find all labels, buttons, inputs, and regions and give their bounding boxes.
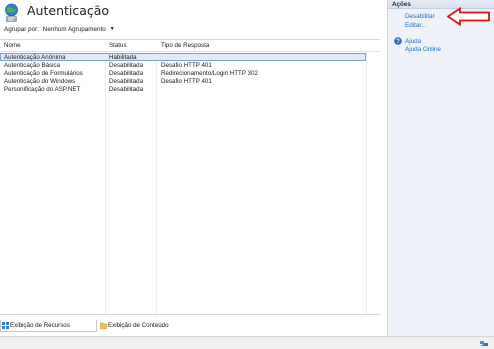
help-icon: ? (394, 37, 402, 45)
status-bar (0, 336, 494, 349)
online-help-link[interactable]: Ajuda Online (405, 46, 441, 53)
table-row[interactable]: Autenticação Anônima Habilitada (0, 53, 366, 61)
table-row[interactable]: Autenticação Básica Desabilitada Desafio… (0, 61, 366, 69)
row-status: Desabilitada (109, 69, 144, 77)
red-arrow-annotation (447, 7, 490, 26)
group-by-row: Agrupar por: Nenhum Agrupamento ▼ (4, 26, 115, 37)
features-view-icon (2, 322, 9, 329)
title-row: Autenticação (0, 0, 386, 24)
row-response-type: Desafio HTTP 401 (161, 77, 212, 85)
group-by-dropdown[interactable]: Nenhum Agrupamento ▼ (43, 26, 115, 33)
tab-content-label: Exibição de Conteúdo (108, 322, 169, 329)
view-switcher: Exibição de Recursos Exibição de Conteúd… (0, 319, 386, 333)
row-name: Autenticação de Formulários (4, 69, 83, 77)
column-header-name[interactable]: Nome (4, 42, 21, 49)
column-header-status[interactable]: Status (109, 42, 127, 49)
row-response-type: Desafio HTTP 401 (161, 61, 212, 69)
row-name: Autenticação do Windows (4, 77, 76, 85)
iis-manager-window: Autenticação Agrupar por: Nenhum Agrupam… (0, 0, 494, 349)
help-link[interactable]: Ajuda (405, 38, 421, 45)
table-row[interactable]: Autenticação do Windows Desabilitada Des… (0, 77, 366, 85)
row-name: Autenticação Anônima (4, 53, 66, 61)
table-header: Nome Status Tipo de Resposta (0, 40, 380, 52)
features-table: Nome Status Tipo de Resposta Autenticaçã… (0, 39, 380, 315)
content-view-icon (100, 322, 107, 329)
svg-text:?: ? (396, 39, 400, 45)
group-by-label: Agrupar por: (4, 26, 40, 33)
chevron-down-icon[interactable]: ▼ (110, 26, 115, 32)
column-header-response-type[interactable]: Tipo de Resposta (161, 42, 209, 49)
row-status: Desabilitada (109, 61, 144, 69)
tab-features-view[interactable]: Exibição de Recursos (0, 320, 97, 332)
tab-content-view[interactable]: Exibição de Conteúdo (99, 320, 189, 332)
actions-title: Ações (392, 1, 411, 8)
row-status: Desabilitada (109, 85, 144, 93)
row-status: Desabilitada (109, 77, 144, 85)
tab-features-label: Exibição de Recursos (10, 322, 70, 329)
row-status: Habilitada (109, 53, 137, 61)
table-row[interactable]: Personificação do ASP.NET Desabilitada (0, 85, 366, 93)
row-response-type: Redirecionamento/Login HTTP 302 (161, 69, 258, 77)
edit-link[interactable]: Editar... (405, 22, 426, 29)
network-status-icon (480, 341, 488, 346)
row-name: Autenticação Básica (4, 61, 61, 69)
table-body: Autenticação Anônima Habilitada Autentic… (0, 53, 380, 93)
authentication-globe-icon (5, 3, 18, 22)
row-name: Personificação do ASP.NET (4, 85, 81, 93)
page-title: Autenticação (27, 3, 110, 18)
disable-link[interactable]: Desabilitar (405, 13, 435, 20)
group-by-value: Nenhum Agrupamento (42, 26, 106, 33)
table-row[interactable]: Autenticação de Formulários Desabilitada… (0, 69, 366, 77)
actions-pane: Ações Desabilitar Editar... ? Ajuda Ajud… (387, 0, 494, 336)
main-pane: Autenticação Agrupar por: Nenhum Agrupam… (0, 0, 386, 349)
